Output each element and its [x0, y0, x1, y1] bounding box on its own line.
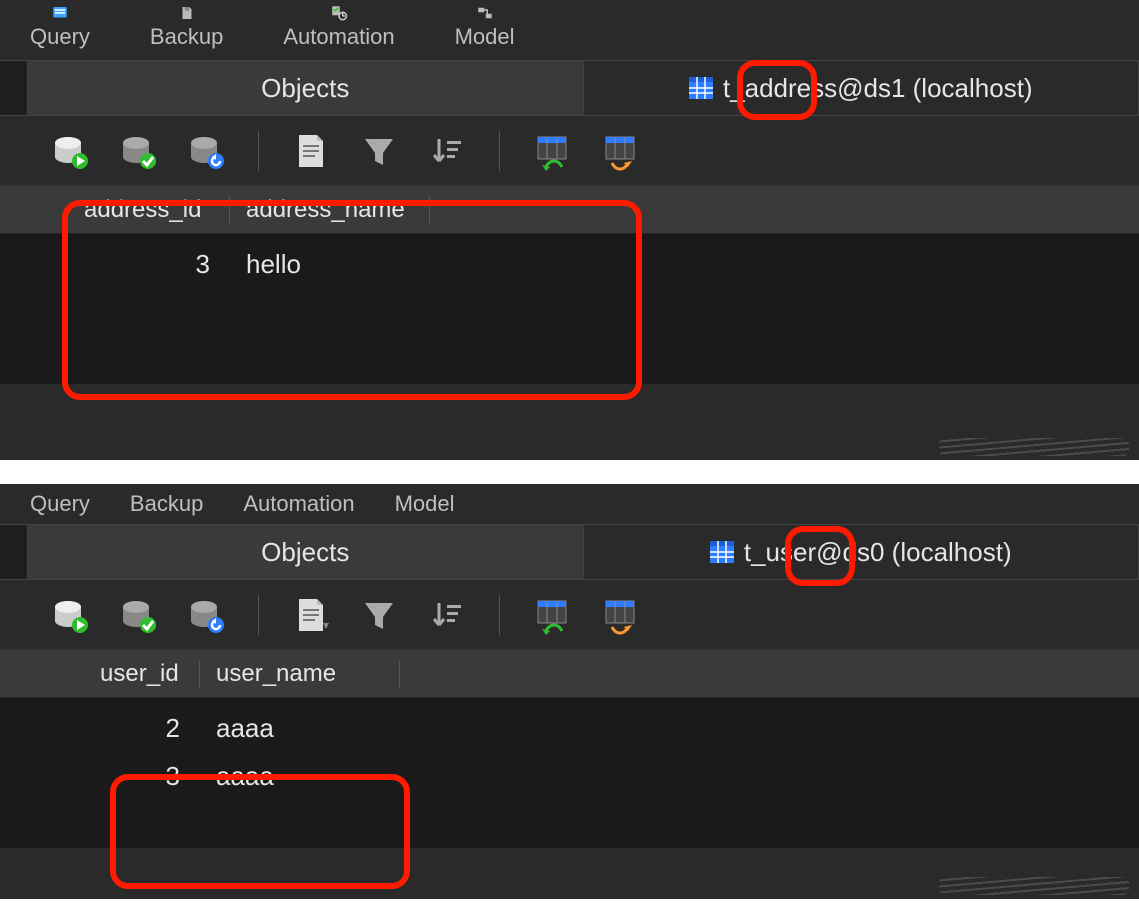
- grid-header: address_id address_name: [0, 186, 1139, 234]
- filter-button[interactable]: [357, 129, 401, 173]
- filter-button[interactable]: [357, 593, 401, 637]
- menu-model-label: Model: [395, 491, 455, 517]
- backup-icon: [178, 2, 196, 20]
- toolbar-separator: [499, 595, 500, 635]
- text-view-button[interactable]: [289, 129, 333, 173]
- column-user-id[interactable]: user_id: [0, 660, 200, 688]
- menu-automation-label: Automation: [243, 491, 354, 517]
- text-view-button[interactable]: [289, 593, 333, 637]
- table-row[interactable]: 3 hello: [0, 240, 1139, 288]
- data-area: 2 aaaa 3 aaaa: [0, 698, 1139, 848]
- tab-table-label: t_address@ds1 (localhost): [723, 73, 1033, 104]
- tab-objects[interactable]: Objects: [28, 525, 584, 579]
- cell-address-name[interactable]: hello: [230, 249, 301, 280]
- query-icon: [51, 2, 69, 20]
- toolbar-separator: [258, 131, 259, 171]
- menu-query[interactable]: Query: [30, 491, 90, 517]
- db-run-button[interactable]: [48, 593, 92, 637]
- left-gutter: [0, 61, 28, 115]
- tab-table[interactable]: t_address@ds1 (localhost): [584, 61, 1139, 115]
- watermark: [939, 877, 1129, 895]
- automation-icon: [330, 2, 348, 20]
- import-button[interactable]: [530, 129, 574, 173]
- menu-backup[interactable]: Backup: [130, 491, 203, 517]
- column-address-id[interactable]: address_id: [0, 196, 230, 224]
- cell-user-id[interactable]: 3: [0, 761, 200, 792]
- toolbar-separator: [499, 131, 500, 171]
- tab-table[interactable]: t_user@ds0 (localhost): [584, 525, 1139, 579]
- model-icon: [476, 2, 494, 20]
- menu-backup[interactable]: Backup: [150, 2, 223, 50]
- table-icon: [710, 541, 734, 563]
- panel-ds0: Query Backup Automation Model Objects t_…: [0, 484, 1139, 899]
- watermark: [939, 438, 1129, 456]
- cell-user-id[interactable]: 2: [0, 713, 200, 744]
- tab-table-label: t_user@ds0 (localhost): [744, 537, 1012, 568]
- db-rollback-button[interactable]: [184, 593, 228, 637]
- menu-query-label: Query: [30, 491, 90, 517]
- table-row[interactable]: 3 aaaa: [0, 752, 1139, 800]
- menu-query[interactable]: Query: [30, 2, 90, 50]
- menu-automation[interactable]: Automation: [243, 491, 354, 517]
- panel-ds1: Query Backup Automation: [0, 0, 1139, 460]
- sort-button[interactable]: [425, 129, 469, 173]
- main-menu: Query Backup Automation Model: [0, 484, 1139, 524]
- db-rollback-button[interactable]: [184, 129, 228, 173]
- main-menu: Query Backup Automation: [0, 0, 1139, 60]
- column-user-name[interactable]: user_name: [200, 660, 400, 688]
- menu-automation-label: Automation: [283, 24, 394, 50]
- export-button[interactable]: [598, 593, 642, 637]
- menu-backup-label: Backup: [150, 24, 223, 50]
- db-run-button[interactable]: [48, 129, 92, 173]
- cell-user-name[interactable]: aaaa: [200, 713, 274, 744]
- cell-address-id[interactable]: 3: [0, 249, 230, 280]
- tab-objects-label: Objects: [261, 537, 349, 568]
- import-button[interactable]: [530, 593, 574, 637]
- sort-button[interactable]: [425, 593, 469, 637]
- cell-user-name[interactable]: aaaa: [200, 761, 274, 792]
- column-address-name[interactable]: address_name: [230, 196, 430, 224]
- menu-query-label: Query: [30, 24, 90, 50]
- menu-model[interactable]: Model: [395, 491, 455, 517]
- menu-model[interactable]: Model: [455, 2, 515, 50]
- tab-objects-label: Objects: [261, 73, 349, 104]
- menu-model-label: Model: [455, 24, 515, 50]
- grid-header: user_id user_name: [0, 650, 1139, 698]
- db-commit-button[interactable]: [116, 593, 160, 637]
- toolbar: [0, 116, 1139, 186]
- toolbar: [0, 580, 1139, 650]
- left-gutter: [0, 525, 28, 579]
- tabs-row: Objects t_address@ds1 (localhost): [0, 60, 1139, 116]
- table-row[interactable]: 2 aaaa: [0, 704, 1139, 752]
- db-commit-button[interactable]: [116, 129, 160, 173]
- toolbar-separator: [258, 595, 259, 635]
- table-icon: [689, 77, 713, 99]
- export-button[interactable]: [598, 129, 642, 173]
- data-area: 3 hello: [0, 234, 1139, 384]
- tabs-row: Objects t_user@ds0 (localhost): [0, 524, 1139, 580]
- menu-backup-label: Backup: [130, 491, 203, 517]
- tab-objects[interactable]: Objects: [28, 61, 584, 115]
- menu-automation[interactable]: Automation: [283, 2, 394, 50]
